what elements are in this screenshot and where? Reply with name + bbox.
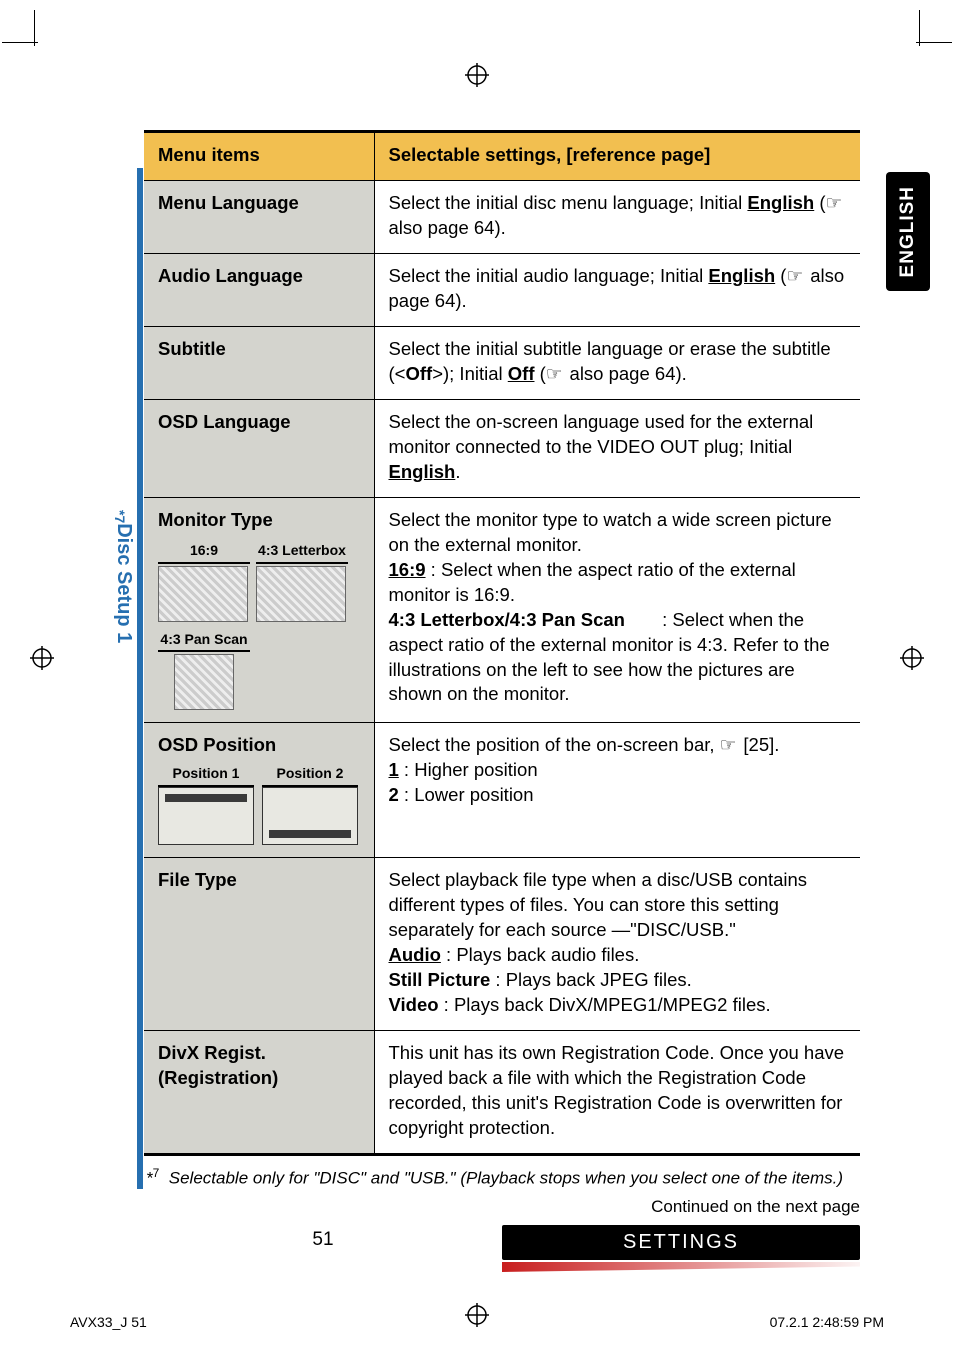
desc-menu-language: Select the initial disc menu language; I… bbox=[374, 180, 860, 253]
crop-mark-top-right bbox=[906, 16, 946, 56]
desc-osd-language: Select the on-screen language used for t… bbox=[374, 399, 860, 497]
page-footer: Continued on the next page 51 SETTINGS bbox=[144, 1197, 860, 1272]
label-file-type: File Type bbox=[144, 858, 374, 1031]
continued-text: Continued on the next page bbox=[144, 1197, 860, 1217]
row-divx-registration: DivX Regist. (Registration) This unit ha… bbox=[144, 1031, 860, 1155]
page-number: 51 bbox=[144, 1225, 502, 1251]
header-menu-items: Menu items bbox=[144, 132, 374, 181]
label-osd-position: OSD Position Position 1 Position 2 bbox=[144, 723, 374, 858]
print-metadata-line: AVX33_J 51 07.2.1 2:48:59 PM bbox=[0, 1314, 954, 1330]
desc-audio-language: Select the initial audio language; Initi… bbox=[374, 253, 860, 326]
monitor-type-illustrations: 16:9 4:3 Letterbox 4:3 Pan Scan bbox=[158, 539, 358, 711]
desc-file-type: Select playback file type when a disc/US… bbox=[374, 858, 860, 1031]
desc-monitor-type: Select the monitor type to watch a wide … bbox=[374, 497, 860, 723]
page-content: ENGLISH Disc Setup 1*7 Menu items Select… bbox=[144, 130, 860, 1189]
table-header: Menu items Selectable settings, [referen… bbox=[144, 132, 860, 181]
row-audio-language: Audio Language Select the initial audio … bbox=[144, 253, 860, 326]
illustration-position-2 bbox=[262, 787, 358, 845]
section-accent-bar bbox=[137, 168, 143, 1189]
row-monitor-type: Monitor Type 16:9 4:3 Letterbox 4:3 Pan … bbox=[144, 497, 860, 723]
registration-mark-right bbox=[900, 646, 924, 670]
row-menu-language: Menu Language Select the initial disc me… bbox=[144, 180, 860, 253]
print-timestamp: 07.2.1 2:48:59 PM bbox=[770, 1314, 884, 1330]
osd-position-illustrations: Position 1 Position 2 bbox=[158, 762, 362, 845]
label-osd-language: OSD Language bbox=[144, 399, 374, 497]
label-subtitle: Subtitle bbox=[144, 326, 374, 399]
registration-mark-left bbox=[30, 646, 54, 670]
settings-section-banner: SETTINGS bbox=[502, 1225, 860, 1260]
row-subtitle: Subtitle Select the initial subtitle lan… bbox=[144, 326, 860, 399]
illustration-4-3-panscan bbox=[174, 654, 234, 710]
row-file-type: File Type Select playback file type when… bbox=[144, 858, 860, 1031]
label-divx-registration: DivX Regist. (Registration) bbox=[144, 1031, 374, 1155]
decorative-red-wedge bbox=[502, 1262, 860, 1272]
illustration-position-1 bbox=[158, 787, 254, 845]
label-monitor-type: Monitor Type 16:9 4:3 Letterbox 4:3 Pan … bbox=[144, 497, 374, 723]
language-side-tab: ENGLISH bbox=[886, 172, 930, 291]
row-osd-position: OSD Position Position 1 Position 2 Selec… bbox=[144, 723, 860, 858]
pointer-icon bbox=[826, 192, 845, 213]
illustration-4-3-letterbox bbox=[256, 566, 346, 622]
desc-osd-position: Select the position of the on-screen bar… bbox=[374, 723, 860, 858]
desc-divx-registration: This unit has its own Registration Code.… bbox=[374, 1031, 860, 1155]
illustration-16-9 bbox=[158, 566, 248, 622]
settings-table: Menu items Selectable settings, [referen… bbox=[144, 130, 860, 1156]
crop-mark-top-left bbox=[8, 16, 48, 56]
label-menu-language: Menu Language bbox=[144, 180, 374, 253]
pointer-icon bbox=[786, 265, 805, 286]
print-file-id: AVX33_J 51 bbox=[70, 1314, 147, 1330]
header-selectable-settings: Selectable settings, [reference page] bbox=[374, 132, 860, 181]
label-audio-language: Audio Language bbox=[144, 253, 374, 326]
pointer-icon bbox=[546, 363, 565, 384]
desc-subtitle: Select the initial subtitle language or … bbox=[374, 326, 860, 399]
section-vertical-title: Disc Setup 1*7 bbox=[112, 510, 135, 649]
footnote: **77 Selectable only for "DISC" and "USB… bbox=[146, 1166, 860, 1189]
pointer-icon bbox=[720, 734, 739, 755]
registration-mark-top bbox=[465, 63, 489, 87]
row-osd-language: OSD Language Select the on-screen langua… bbox=[144, 399, 860, 497]
